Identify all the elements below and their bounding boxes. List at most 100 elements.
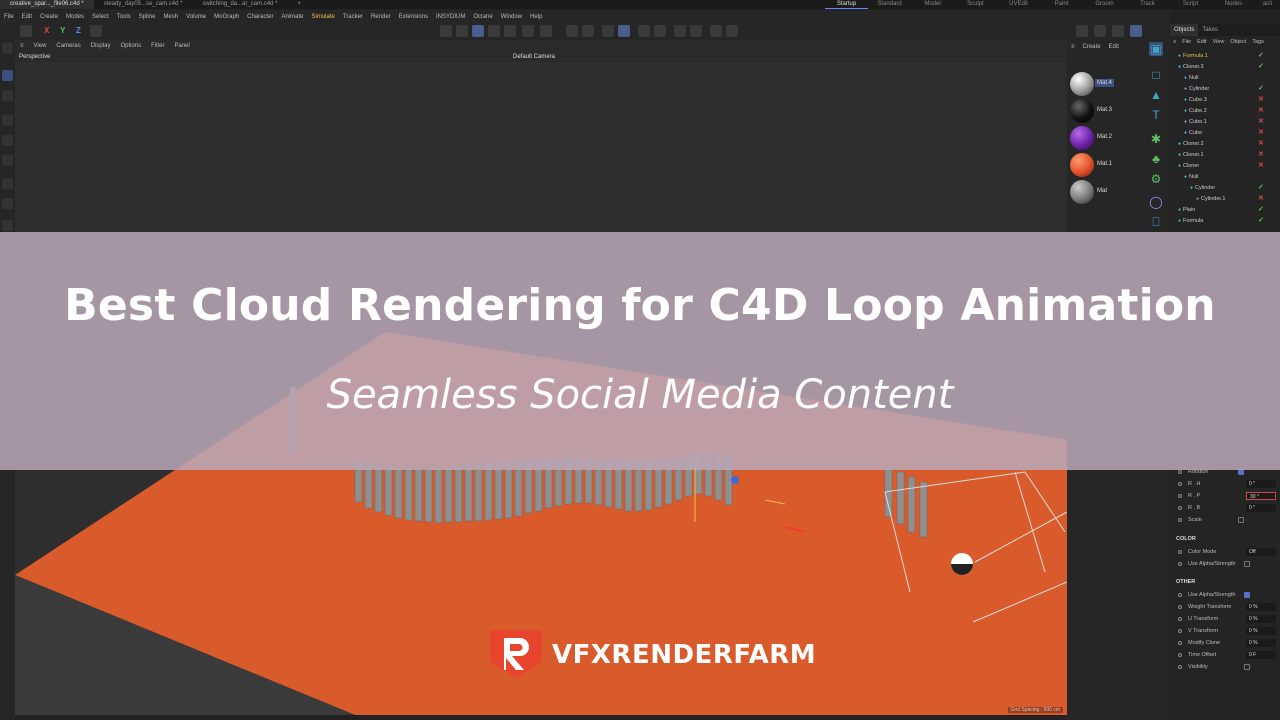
new-tab-button[interactable]: +	[287, 0, 311, 9]
axis-z-toggle[interactable]: Z	[76, 26, 81, 35]
value-field[interactable]: 0 %	[1246, 603, 1276, 611]
model-mode-icon[interactable]	[488, 25, 500, 37]
check-icon[interactable]: ✓	[1258, 184, 1264, 191]
axis-x-toggle[interactable]: X	[44, 26, 49, 35]
layout-tab-standard[interactable]: Standard	[868, 0, 911, 9]
layout-tab-uvedit[interactable]: UVEdit	[997, 0, 1040, 9]
transform-tool-icon[interactable]	[2, 178, 13, 189]
cross-icon[interactable]: ✕	[1258, 140, 1264, 147]
cloner-icon[interactable]: ✱	[1149, 132, 1163, 146]
checkbox[interactable]	[1238, 517, 1244, 523]
object-row[interactable]: Formula.1 ✓	[1170, 51, 1280, 62]
grid-icon[interactable]	[602, 25, 614, 37]
menu-edit[interactable]: Edit	[18, 14, 36, 20]
menu-tracker[interactable]: Tracker	[339, 14, 367, 20]
points-mode-icon[interactable]	[440, 25, 452, 37]
section-color-header[interactable]: COLOR	[1176, 536, 1196, 542]
keyframe-dot[interactable]	[1178, 470, 1182, 474]
layout-tab-paint[interactable]: Paint	[1040, 0, 1083, 9]
keyframe-dot[interactable]	[1178, 641, 1182, 645]
object-row[interactable]: Cube.1 ✕	[1170, 117, 1280, 128]
keyframe-dot[interactable]	[1178, 494, 1182, 498]
effector-icon[interactable]: ⚙	[1149, 172, 1163, 186]
menu-insydium[interactable]: INSYDIUM	[432, 14, 469, 20]
menu-extensions[interactable]: Extensions	[395, 14, 432, 20]
check-icon[interactable]: ✓	[1258, 52, 1264, 59]
checkbox[interactable]	[1244, 664, 1250, 670]
menu-simulate[interactable]: Simulate	[308, 14, 339, 20]
scene-icon[interactable]: ⎕	[1149, 215, 1163, 229]
keyframe-dot[interactable]	[1178, 605, 1182, 609]
texture-mode-icon[interactable]	[504, 25, 516, 37]
mograph-icon[interactable]: ♣	[1149, 152, 1163, 166]
menu-volume[interactable]: Volume	[182, 14, 210, 20]
keyframe-dot[interactable]	[1178, 562, 1182, 566]
menu-help[interactable]: Help	[526, 14, 546, 20]
cross-icon[interactable]: ✕	[1258, 129, 1264, 136]
keyframe-dot[interactable]	[1178, 506, 1182, 510]
object-row[interactable]: Cube.2 ✕	[1170, 106, 1280, 117]
keyframe-dot[interactable]	[1178, 629, 1182, 633]
attr-modify-clone[interactable]: Modify Clone 0 %	[1170, 637, 1280, 649]
menu-octane[interactable]: Octane	[469, 14, 496, 20]
attr-u-transform[interactable]: U Transform 0 %	[1170, 613, 1280, 625]
interactive-render-icon[interactable]	[710, 25, 722, 37]
viewport-menu-panel[interactable]: Panel	[169, 43, 194, 49]
section-other-header[interactable]: OTHER	[1176, 579, 1195, 585]
menu-mesh[interactable]: Mesh	[159, 14, 182, 20]
layout-tab-model[interactable]: Model	[911, 0, 954, 9]
viewport-menu-display[interactable]: Display	[86, 43, 116, 49]
cube-icon[interactable]: □	[1149, 68, 1163, 82]
attr-rp[interactable]: R . P 30 °	[1170, 490, 1280, 502]
keyframe-dot[interactable]	[1178, 665, 1182, 669]
value-field[interactable]: 0 F	[1246, 651, 1276, 659]
attr-visibility[interactable]: Visibility	[1170, 661, 1280, 673]
value-field[interactable]: 30 °	[1246, 492, 1276, 500]
object-row[interactable]: Cube ✕	[1170, 128, 1280, 139]
material-menu-create[interactable]: Create	[1079, 44, 1105, 50]
menu-spline[interactable]: Spline	[135, 14, 160, 20]
menu-character[interactable]: Character	[243, 14, 277, 20]
keyframe-dot[interactable]	[1178, 617, 1182, 621]
attr-time-offset[interactable]: Time Offset 0 F	[1170, 649, 1280, 661]
menu-mograph[interactable]: MoGraph	[210, 14, 243, 20]
check-icon[interactable]: ✓	[1258, 217, 1264, 224]
select-tool-icon[interactable]	[2, 70, 13, 81]
layout-tab-startup[interactable]: Startup	[825, 0, 868, 9]
search-icon[interactable]	[2, 43, 13, 54]
object-row[interactable]: Cube.3 ✕	[1170, 95, 1280, 106]
paint-tool-icon[interactable]	[2, 220, 13, 231]
undo-icon[interactable]	[20, 25, 32, 37]
attr-use-alpha[interactable]: Use Alpha/Strength	[1170, 558, 1280, 570]
check-icon[interactable]: ✓	[1258, 63, 1264, 70]
object-row[interactable]: Plain ✓	[1170, 205, 1280, 216]
object-menu-icon[interactable]: ≡	[1170, 37, 1179, 47]
viewport-menu-options[interactable]: Options	[115, 43, 146, 49]
text-icon[interactable]: T	[1149, 108, 1163, 122]
axis-y-toggle[interactable]: Y	[60, 26, 65, 35]
tab-objects[interactable]: Objects	[1170, 24, 1199, 36]
keyframe-dot[interactable]	[1178, 550, 1182, 554]
cross-icon[interactable]: ✕	[1258, 151, 1264, 158]
menu-animate[interactable]: Animate	[277, 14, 307, 20]
enable-snap-icon[interactable]	[566, 25, 578, 37]
material-menu-edit[interactable]: Edit	[1105, 44, 1123, 50]
polygons-mode-icon[interactable]	[472, 25, 484, 37]
save-project-icon[interactable]	[1112, 25, 1124, 37]
search-commands-icon[interactable]	[1130, 25, 1142, 37]
layout-tab-script[interactable]: Script	[1169, 0, 1212, 9]
object-menu-edit[interactable]: Edit	[1194, 37, 1209, 47]
layout-tab-groom[interactable]: Groom	[1083, 0, 1126, 9]
save-icon[interactable]	[1076, 25, 1088, 37]
cross-icon[interactable]: ✕	[1258, 195, 1264, 202]
menu-tools[interactable]: Tools	[113, 14, 135, 20]
layout-tab-nodes[interactable]: Nodes	[1212, 0, 1255, 9]
render-view-icon[interactable]	[638, 25, 650, 37]
checkbox[interactable]	[1244, 561, 1250, 567]
viewport-menu-view[interactable]: View	[29, 43, 52, 49]
value-field[interactable]: 0 %	[1246, 639, 1276, 647]
snap-settings-icon[interactable]	[582, 25, 594, 37]
attr-rb[interactable]: R . B0 °	[1170, 502, 1280, 514]
dropdown[interactable]: Off	[1246, 548, 1276, 556]
viewport-menu-cameras[interactable]: Cameras	[51, 43, 85, 49]
